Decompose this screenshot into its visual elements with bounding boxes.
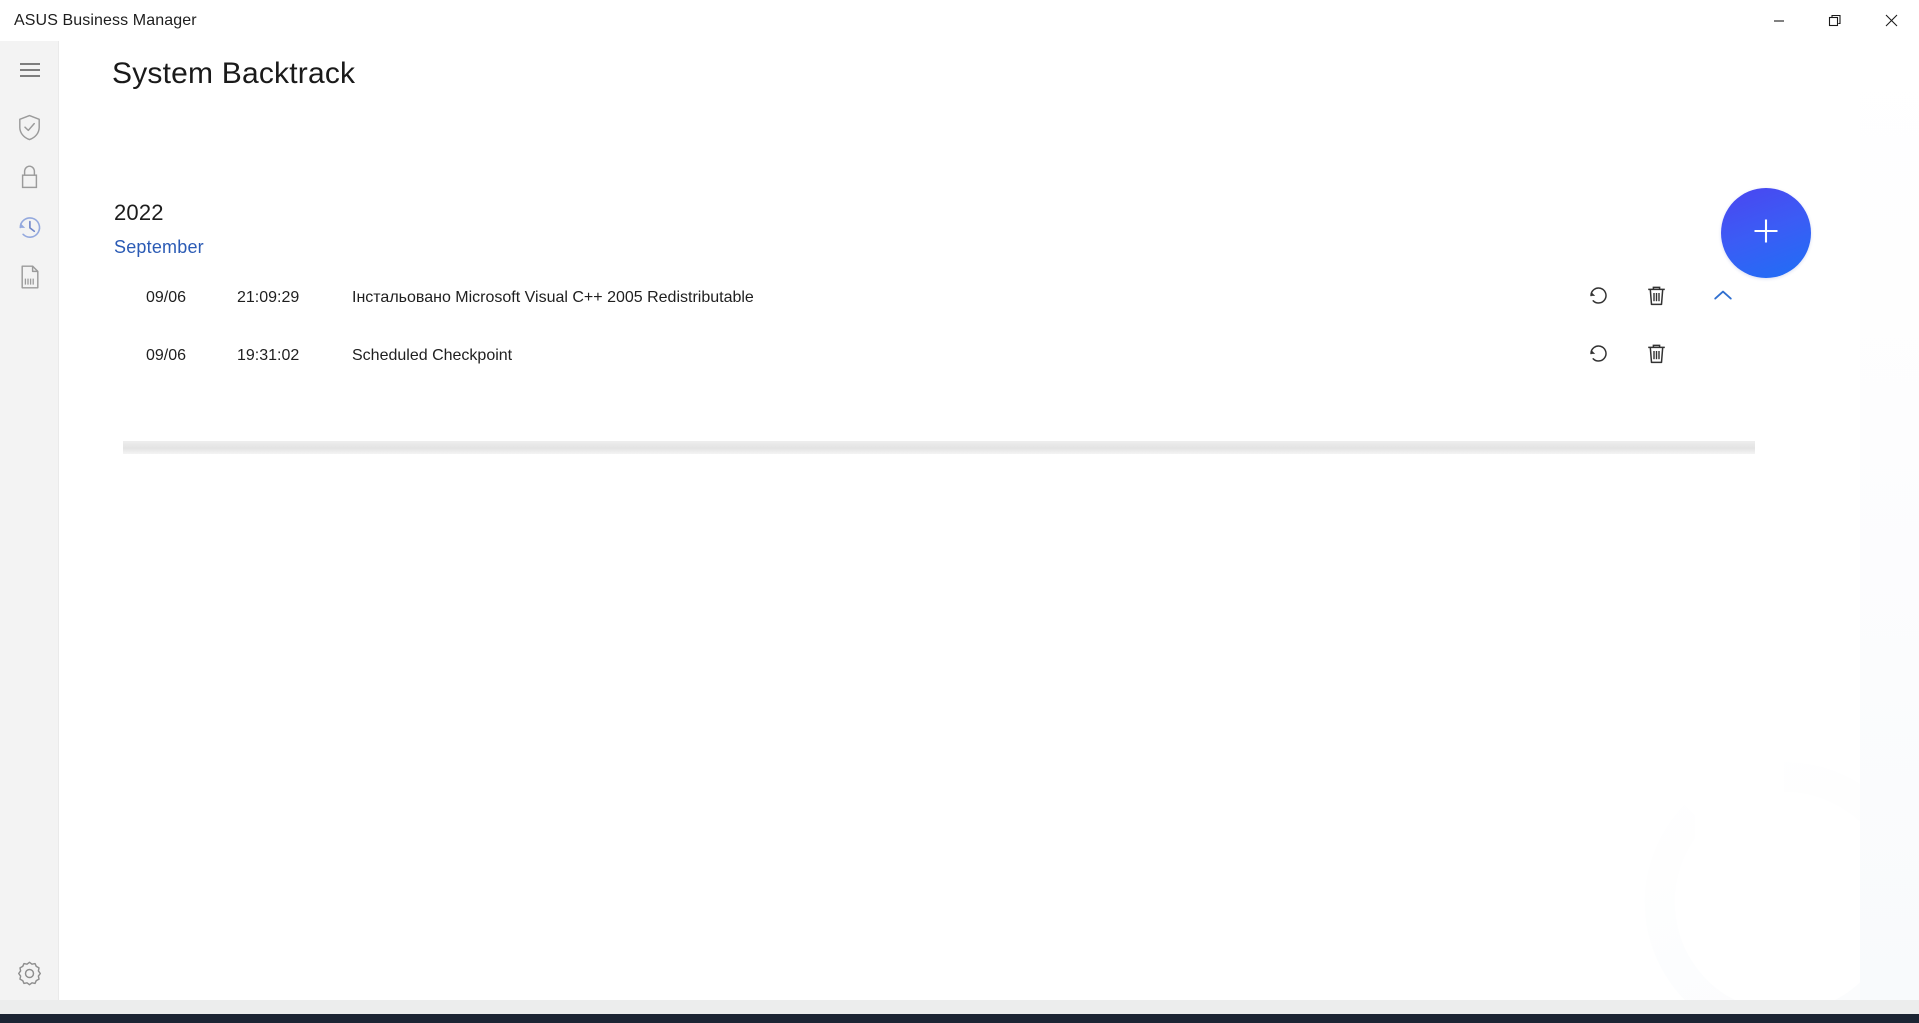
trash-icon <box>1646 342 1667 370</box>
restore-point-actions <box>1583 341 1755 371</box>
minimize-button[interactable] <box>1751 0 1807 41</box>
restore-arrow-watermark <box>1619 737 1919 1023</box>
restore-point-description: Інстальовано Microsoft Visual C++ 2005 R… <box>352 289 1583 307</box>
lock-icon <box>18 164 41 190</box>
sidebar-item-system-backtrack[interactable] <box>0 202 59 252</box>
close-button[interactable] <box>1863 0 1919 41</box>
add-restore-point-button[interactable] <box>1721 188 1811 278</box>
month-heading[interactable]: September <box>114 237 204 258</box>
maximize-button[interactable] <box>1807 0 1863 41</box>
shield-check-icon <box>17 114 42 141</box>
delete-button[interactable] <box>1641 341 1671 371</box>
restore-arrow-icon <box>1587 342 1610 370</box>
restore-button[interactable] <box>1583 341 1613 371</box>
restore-point-actions <box>1583 283 1755 313</box>
plus-icon <box>1749 214 1783 253</box>
taskbar-edge-strip <box>0 1014 1919 1023</box>
history-clock-icon <box>16 214 43 241</box>
restore-point-date: 09/06 <box>123 347 237 365</box>
sidebar-item-settings[interactable] <box>0 948 59 998</box>
bottom-gray-strip <box>0 1000 1919 1014</box>
trash-icon <box>1646 284 1667 312</box>
app-window: ASUS Business Manager <box>0 0 1919 1023</box>
year-heading: 2022 <box>114 200 164 226</box>
restore-arrow-icon <box>1587 284 1610 312</box>
horizontal-scrollbar-thumb[interactable] <box>123 441 1755 454</box>
restore-point-list: 09/06 21:09:29 Інстальовано Microsoft Vi… <box>123 269 1755 385</box>
horizontal-scrollbar[interactable] <box>123 441 1755 454</box>
document-report-icon <box>19 264 41 290</box>
hamburger-menu-icon <box>18 61 42 79</box>
restore-point-time: 19:31:02 <box>237 347 352 365</box>
restore-point-description: Scheduled Checkpoint <box>352 347 1583 365</box>
page-title: System Backtrack <box>112 57 355 91</box>
window-title: ASUS Business Manager <box>14 12 197 30</box>
main-content: System Backtrack 2022 September 09/06 21… <box>59 41 1919 1023</box>
restore-point-date: 09/06 <box>123 289 237 307</box>
sidebar-item-security[interactable] <box>0 102 59 152</box>
restore-point-time: 21:09:29 <box>237 289 352 307</box>
restore-button[interactable] <box>1583 283 1613 313</box>
expand-toggle[interactable] <box>1699 289 1747 307</box>
delete-button[interactable] <box>1641 283 1671 313</box>
gear-icon <box>16 960 43 987</box>
hamburger-menu-button[interactable] <box>0 45 59 95</box>
window-controls <box>1751 0 1919 41</box>
sidebar-item-reports[interactable] <box>0 252 59 302</box>
table-row[interactable]: 09/06 19:31:02 Scheduled Checkpoint <box>123 327 1755 385</box>
chevron-up-icon <box>1713 289 1733 307</box>
table-row[interactable]: 09/06 21:09:29 Інстальовано Microsoft Vi… <box>123 269 1755 327</box>
title-bar: ASUS Business Manager <box>0 0 1919 41</box>
sidebar-rail <box>0 41 59 1023</box>
sidebar-item-lock[interactable] <box>0 152 59 202</box>
